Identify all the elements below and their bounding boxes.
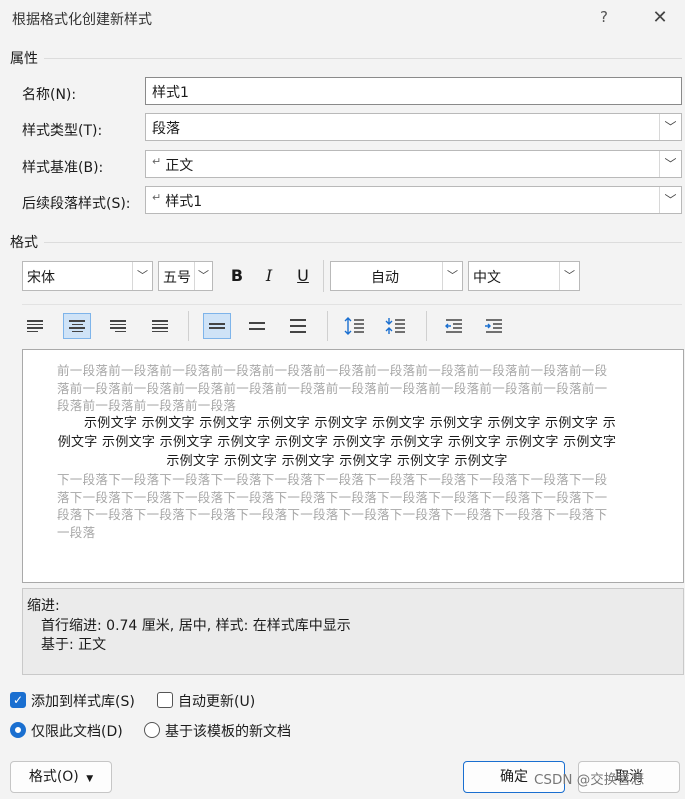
help-button[interactable]: ? xyxy=(596,8,612,28)
caret-down-icon: ▼ xyxy=(86,774,94,784)
title-bar: 根据格式化创建新样式 ? ✕ xyxy=(0,0,685,38)
single-spacing-button[interactable] xyxy=(203,313,231,339)
this-document-only-label: 仅限此文档(D) xyxy=(31,724,123,740)
toolbar-row-divider xyxy=(22,304,682,305)
chevron-down-icon: ﹀ xyxy=(659,151,681,177)
description-indent-detail: 首行缩进: 0.74 厘米, 居中, 样式: 在样式库中显示 xyxy=(41,618,351,634)
chevron-down-icon: ﹀ xyxy=(194,262,212,290)
one-half-spacing-button[interactable] xyxy=(243,313,271,339)
auto-update-checkbox[interactable] xyxy=(157,692,173,708)
increase-spacing-icon[interactable] xyxy=(341,313,369,339)
watermark-text: CSDN @交换喜悲 xyxy=(534,772,645,788)
font-select[interactable]: 宋体 ﹀ xyxy=(22,261,153,291)
double-spacing-button[interactable] xyxy=(284,313,312,339)
bold-button[interactable]: B xyxy=(225,264,249,288)
script-value: 中文 xyxy=(473,270,501,286)
format-divider xyxy=(44,242,682,243)
this-document-only-radio[interactable] xyxy=(10,722,26,738)
increase-indent-icon[interactable] xyxy=(480,313,508,339)
add-to-gallery-checkbox[interactable]: ✓ xyxy=(10,692,26,708)
close-button[interactable]: ✕ xyxy=(648,6,672,30)
style-base-select[interactable]: ↵ 正文 ﹀ xyxy=(145,150,682,178)
next-style-label: 后续段落样式(S): xyxy=(22,196,131,212)
style-description: 缩进: 首行缩进: 0.74 厘米, 居中, 样式: 在样式库中显示 基于: 正… xyxy=(22,588,684,675)
description-indent-heading: 缩进: xyxy=(27,598,60,614)
style-base-label: 样式基准(B): xyxy=(22,160,104,176)
underline-button[interactable]: U xyxy=(291,264,315,288)
chevron-down-icon: ﹀ xyxy=(132,262,152,290)
style-preview: 前一段落前一段落前一段落前一段落前一段落前一段落前一段落前一段落前一段落前一段落… xyxy=(22,349,684,583)
font-size-select[interactable]: 五号 ﹀ xyxy=(158,261,213,291)
format-menu-label: 格式(O) xyxy=(28,769,79,785)
properties-heading: 属性 xyxy=(10,51,38,67)
name-value: 样式1 xyxy=(152,85,189,101)
style-type-select[interactable]: 段落 ﹀ xyxy=(145,113,682,141)
script-select[interactable]: 中文 ﹀ xyxy=(468,261,580,291)
chevron-down-icon: ﹀ xyxy=(659,114,681,140)
chevron-down-icon: ﹀ xyxy=(659,187,681,213)
preview-sample-text: 示例文字 示例文字 示例文字 示例文字 示例文字 示例文字 示例文字 示例文字 … xyxy=(57,416,617,469)
font-size-value: 五号 xyxy=(163,270,191,286)
new-docs-template-radio[interactable] xyxy=(144,722,160,738)
font-color-select[interactable]: 自动 ﹀ xyxy=(330,261,463,291)
toolbar-divider xyxy=(426,311,427,341)
dialog-title: 根据格式化创建新样式 xyxy=(12,12,152,28)
style-type-label: 样式类型(T): xyxy=(22,123,103,139)
style-base-value: 正文 xyxy=(165,158,194,174)
align-right-button[interactable] xyxy=(104,313,132,339)
name-label: 名称(N): xyxy=(22,87,77,103)
chevron-down-icon: ﹀ xyxy=(442,262,462,290)
style-type-value: 段落 xyxy=(152,121,180,137)
font-value: 宋体 xyxy=(27,270,55,286)
align-left-button[interactable] xyxy=(21,313,49,339)
next-style-value: 样式1 xyxy=(165,194,203,210)
format-heading: 格式 xyxy=(10,235,38,251)
new-docs-template-label: 基于该模板的新文档 xyxy=(165,724,291,740)
align-center-button[interactable] xyxy=(63,313,91,339)
toolbar-divider xyxy=(188,311,189,341)
toolbar-divider xyxy=(323,260,324,292)
decrease-spacing-icon[interactable] xyxy=(382,313,410,339)
chevron-down-icon: ﹀ xyxy=(559,262,579,290)
toolbar-divider xyxy=(327,311,328,341)
add-to-gallery-label: 添加到样式库(S) xyxy=(31,694,135,710)
preview-next-paragraph: 下一段落下一段落下一段落下一段落下一段落下一段落下一段落下一段落下一段落下一段落… xyxy=(57,472,608,540)
font-color-value: 自动 xyxy=(371,270,399,286)
paragraph-mark-icon: ↵ xyxy=(152,155,162,168)
name-input[interactable]: 样式1 xyxy=(145,77,682,105)
description-based-on: 基于: 正文 xyxy=(41,637,107,653)
italic-button[interactable]: I xyxy=(257,264,281,288)
properties-divider xyxy=(44,58,682,59)
justify-button[interactable] xyxy=(146,313,174,339)
next-style-select[interactable]: ↵ 样式1 ﹀ xyxy=(145,186,682,214)
paragraph-mark-icon: ↵ xyxy=(152,191,162,204)
auto-update-label: 自动更新(U) xyxy=(178,694,256,710)
format-menu-button[interactable]: 格式(O) ▼ xyxy=(10,761,112,793)
decrease-indent-icon[interactable] xyxy=(440,313,468,339)
preview-previous-paragraph: 前一段落前一段落前一段落前一段落前一段落前一段落前一段落前一段落前一段落前一段落… xyxy=(57,363,608,413)
